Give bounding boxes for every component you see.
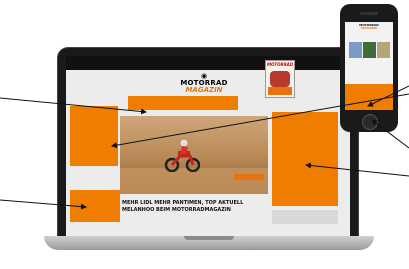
pointer-line-right-skyscraper bbox=[305, 162, 409, 177]
pointer-line-left-lower bbox=[0, 199, 87, 210]
pointer-line-phone-home bbox=[371, 119, 409, 149]
pointer-lines bbox=[0, 85, 409, 210]
pointer-line-left-skyscraper bbox=[111, 93, 409, 149]
ad-placement-illustration: ◉ MOTORRAD MAGAZIN MOTORRAD MEHR LIDL ME… bbox=[0, 0, 409, 269]
pointer-line-phone-ad bbox=[367, 85, 409, 107]
pointer-line-top-banner bbox=[0, 97, 147, 115]
